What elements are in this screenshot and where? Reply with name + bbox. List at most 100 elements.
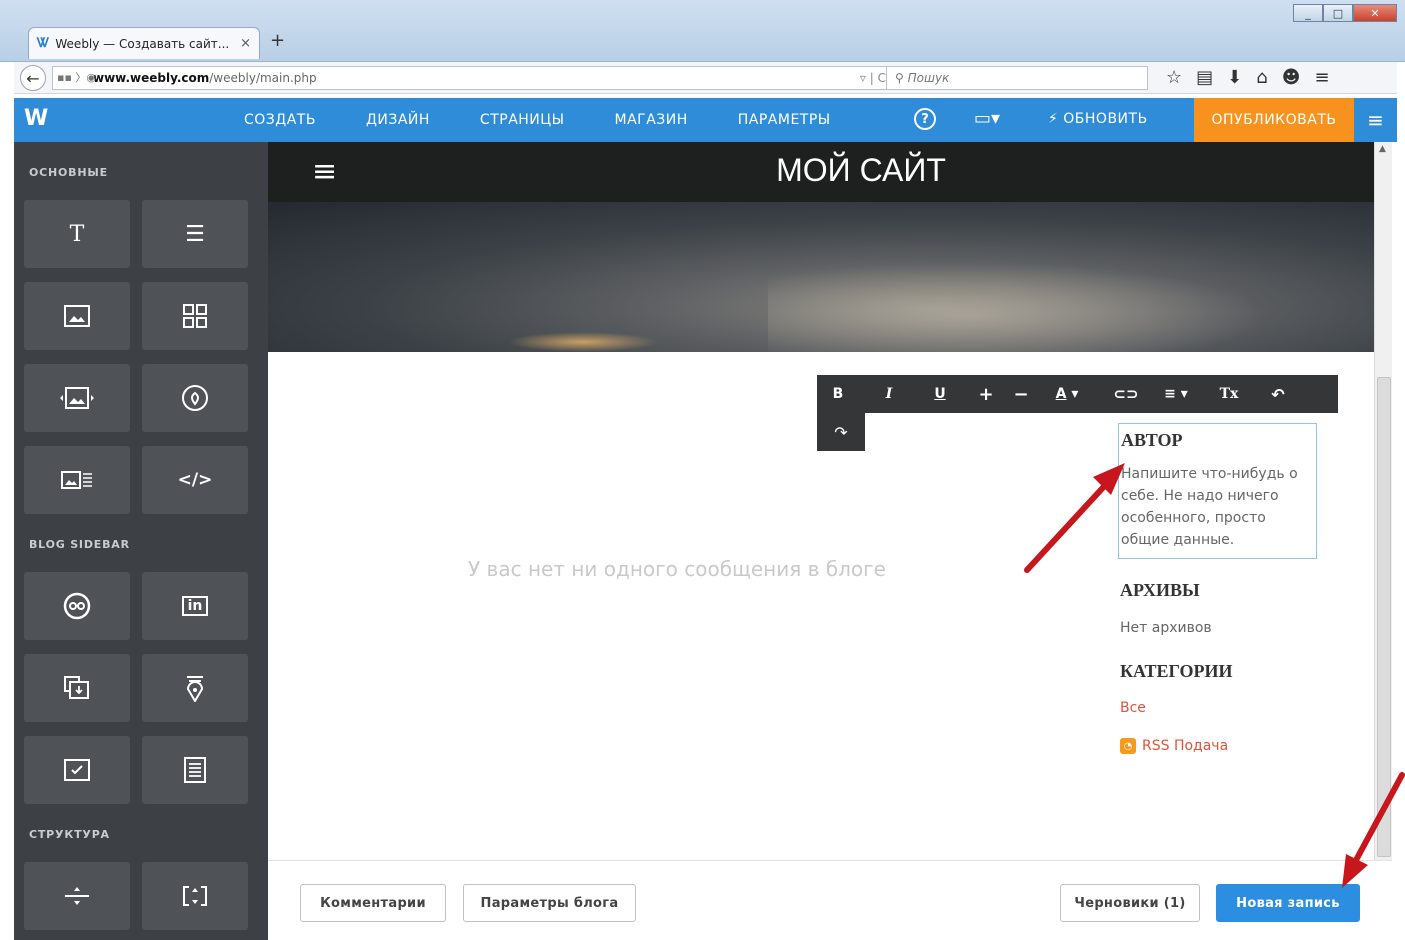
close-window-button[interactable]: ✕ <box>1353 4 1397 22</box>
author-block[interactable]: АВТОР Напишите что-нибудь о себе. Не над… <box>1118 423 1317 559</box>
text-format-toolbar: B I U + − A ▾ ⊂⊃ ≡ ▾ Tx ↶ <box>817 375 1338 413</box>
archives-element-icon[interactable] <box>24 654 130 722</box>
search-icon: ⚲ <box>895 71 908 85</box>
flickr-element-icon[interactable] <box>24 572 130 640</box>
publish-button[interactable]: ОПУБЛИКОВАТЬ <box>1194 98 1354 142</box>
author-title: АВТОР <box>1121 430 1183 450</box>
browser-toolbar: ☆ ▤ ⬇ ⌂ ☻ ≡ <box>1166 67 1330 88</box>
menu-create[interactable]: СОЗДАТЬ <box>244 112 316 128</box>
url-host: www.weebly.com <box>93 71 210 85</box>
vertical-scrollbar[interactable]: ▲ <box>1374 142 1392 860</box>
site-title[interactable]: МОЙ САЙТ <box>268 152 1374 189</box>
rss-link[interactable]: ◔ RSS Подача <box>1120 738 1228 754</box>
annotation-arrow-author <box>1024 463 1125 573</box>
categories-element-icon[interactable] <box>24 736 130 804</box>
rss-element-icon[interactable] <box>142 736 248 804</box>
title-element-icon[interactable]: T <box>24 200 130 268</box>
search-input[interactable]: ⚲ Пошук <box>886 66 1148 90</box>
site-header: ≡ МОЙ САЙТ <box>268 142 1374 202</box>
divider-element-icon[interactable] <box>24 862 130 930</box>
maximize-button[interactable]: □ <box>1323 4 1353 22</box>
tab-close-icon[interactable]: × <box>240 36 251 51</box>
browser-tab[interactable]: Ꮤ Weebly — Создавать сайт... × <box>28 27 260 59</box>
device-preview-icon[interactable]: ▭▾ <box>974 108 1000 129</box>
lightning-icon: ⚡ <box>1048 111 1064 127</box>
section-basic-heading: ОСНОВНЫЕ <box>29 166 108 179</box>
rss-icon: ◔ <box>1120 738 1136 754</box>
weebly-topbar: W СОЗДАТЬ ДИЗАЙН СТРАНИЦЫ МАГАЗИН ПАРАМЕ… <box>14 98 1397 142</box>
back-arrow-icon[interactable]: ← <box>20 65 46 91</box>
font-color-label: A <box>1055 386 1067 402</box>
increase-size-button[interactable]: + <box>961 384 1011 405</box>
rss-label: RSS Подача <box>1142 738 1229 754</box>
window-titlebar: _ □ ✕ Ꮤ Weebly — Создавать сайт... × + <box>0 0 1405 62</box>
url-path: /weebly/main.php <box>209 71 317 85</box>
author-element-icon[interactable] <box>142 654 248 722</box>
linkedin-label: in <box>181 596 209 616</box>
linkedin-element-icon[interactable]: in <box>142 572 248 640</box>
map-element-icon[interactable] <box>142 364 248 432</box>
address-bar[interactable]: ▪▪ 〉◉ www.weebly.com/weebly/main.php ▿ |… <box>52 66 895 90</box>
font-color-button[interactable]: A ▾ <box>1031 386 1103 402</box>
slideshow-element-icon[interactable] <box>24 364 130 432</box>
spacer-element-icon[interactable] <box>142 862 248 930</box>
search-placeholder: Пошук <box>907 71 950 85</box>
comments-button[interactable]: Комментарии <box>300 884 446 922</box>
tab-title: Weebly — Создавать сайт... <box>55 36 230 51</box>
undo-icon[interactable]: ↶ <box>1255 385 1301 404</box>
menu-pages[interactable]: СТРАНИЦЫ <box>480 112 565 128</box>
site-info-icon[interactable]: ▪▪ 〉◉ <box>57 67 96 89</box>
menu-design[interactable]: ДИЗАЙН <box>366 112 430 128</box>
reload-icon[interactable]: ▿ | C <box>860 67 886 89</box>
chat-icon[interactable]: ☻ <box>1282 67 1301 88</box>
image-text-element-icon[interactable] <box>24 446 130 514</box>
redo-icon[interactable]: ↷ <box>817 413 865 451</box>
weebly-main-menu: СОЗДАТЬ ДИЗАЙН СТРАНИЦЫ МАГАЗИН ПАРАМЕТР… <box>244 98 881 142</box>
home-icon[interactable]: ⌂ <box>1256 67 1267 88</box>
help-icon[interactable]: ? <box>914 108 936 130</box>
weebly-logo-icon[interactable]: W <box>24 106 48 131</box>
annotation-arrow-new-post <box>1342 772 1405 888</box>
category-all-link[interactable]: Все <box>1120 700 1146 716</box>
decrease-size-button[interactable]: − <box>1011 384 1031 405</box>
text-element-icon[interactable]: ☰ <box>142 200 248 268</box>
new-tab-button[interactable]: + <box>270 30 285 51</box>
categories-title: КАТЕГОРИИ <box>1120 661 1233 681</box>
link-icon[interactable]: ⊂⊃ <box>1103 385 1149 403</box>
window-controls: _ □ ✕ <box>1293 4 1397 22</box>
empty-blog-message: У вас нет ни одного сообщения в блоге <box>468 557 886 581</box>
drafts-button[interactable]: Черновики (1) <box>1060 884 1200 922</box>
author-text[interactable]: Напишите что-нибудь о себе. Не надо ниче… <box>1121 463 1314 551</box>
align-icon[interactable]: ≡ ▾ <box>1149 386 1203 402</box>
elements-sidebar: ОСНОВНЫЕ T ☰ </> BLOG SIDEBAR in СТРУКТУ… <box>14 142 268 940</box>
underline-button[interactable]: U <box>919 386 961 402</box>
weebly-favicon-icon: Ꮤ <box>37 36 50 51</box>
download-icon[interactable]: ⬇ <box>1227 67 1242 88</box>
menu-icon[interactable]: ≡ <box>1314 67 1329 88</box>
hamburger-menu-icon[interactable]: ≡ <box>1354 98 1397 142</box>
section-structure-heading: СТРУКТУРА <box>29 828 110 841</box>
hero-glow <box>508 332 658 352</box>
hero-cloud <box>768 262 1268 352</box>
bold-button[interactable]: B <box>817 386 859 402</box>
menu-settings[interactable]: ПАРАМЕТРЫ <box>738 112 831 128</box>
scroll-up-icon[interactable]: ▲ <box>1379 144 1386 154</box>
bookmark-star-icon[interactable]: ☆ <box>1166 67 1182 88</box>
update-button[interactable]: ⚡ ОБНОВИТЬ <box>1048 111 1148 127</box>
header-image[interactable] <box>268 202 1374 352</box>
clear-format-button[interactable]: Tx <box>1203 386 1255 402</box>
gallery-element-icon[interactable] <box>142 282 248 350</box>
embed-code-element-icon[interactable]: </> <box>142 446 248 514</box>
update-label: ОБНОВИТЬ <box>1063 111 1148 127</box>
archives-text: Нет архивов <box>1120 620 1212 636</box>
blog-settings-button[interactable]: Параметры блога <box>463 884 636 922</box>
section-blog-heading: BLOG SIDEBAR <box>29 538 130 551</box>
browser-navbar: ← ▪▪ 〉◉ www.weebly.com/weebly/main.php ▿… <box>14 62 1397 94</box>
archives-title: АРХИВЫ <box>1120 580 1200 600</box>
bookmarks-list-icon[interactable]: ▤ <box>1196 67 1213 88</box>
image-element-icon[interactable] <box>24 282 130 350</box>
blog-bottom-bar: Комментарии Параметры блога Черновики (1… <box>268 860 1392 940</box>
italic-button[interactable]: I <box>859 386 919 402</box>
menu-store[interactable]: МАГАЗИН <box>615 112 688 128</box>
minimize-button[interactable]: _ <box>1293 4 1323 22</box>
